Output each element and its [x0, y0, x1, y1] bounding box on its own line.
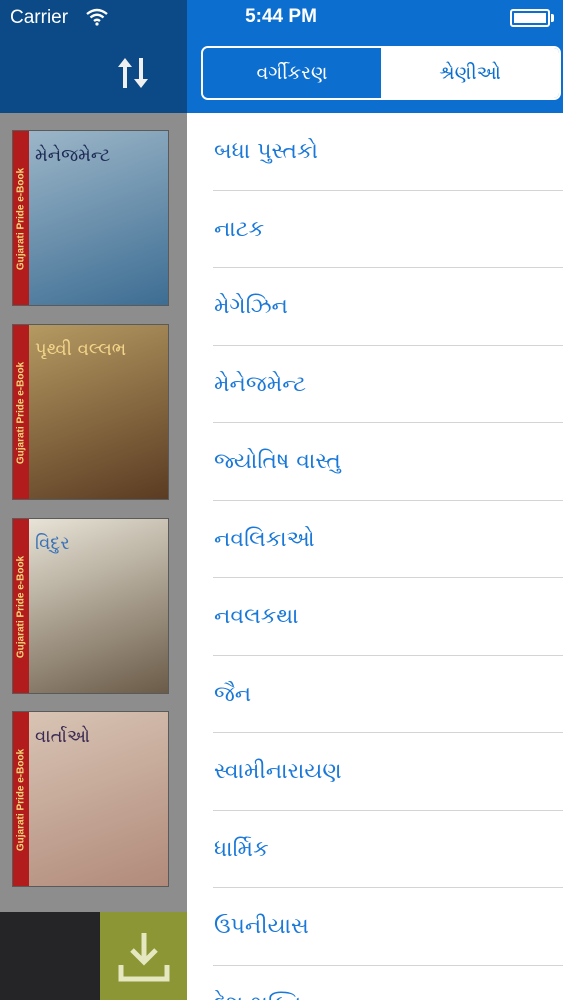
battery-icon	[510, 9, 550, 27]
category-item[interactable]: બધા પુસ્તકો	[187, 113, 563, 191]
cover-title: વાર્તાઓ	[35, 726, 90, 747]
spine-label: Gujarati Pride e-Book	[15, 748, 27, 852]
book-spine: Gujarati Pride e-Book	[13, 131, 29, 305]
sort-button[interactable]	[108, 50, 158, 96]
category-item[interactable]: જ્યોતિષ વાસ્તુ	[187, 423, 563, 501]
book-cover[interactable]: Gujarati Pride e-Book વાર્તાઓ	[12, 711, 169, 887]
category-item[interactable]: સ્વામીનારાયણ	[187, 733, 563, 811]
category-label: મેગેઝિન	[214, 294, 288, 320]
category-label: નાટક	[214, 216, 265, 242]
tab-classification[interactable]: વર્ગીકરણ	[203, 48, 381, 98]
category-label: બધા પુસ્તકો	[214, 139, 319, 165]
book-cover[interactable]: Gujarati Pride e-Book વિદુર	[12, 518, 169, 694]
category-item[interactable]: નવલિકાઓ	[187, 501, 563, 579]
carrier-label: Carrier	[10, 7, 69, 28]
spine-label: Gujarati Pride e-Book	[15, 167, 27, 271]
category-item[interactable]: ધાર્મિક	[187, 811, 563, 889]
tab-series[interactable]: શ્રેણીઓ	[381, 48, 559, 98]
spine-label: Gujarati Pride e-Book	[15, 555, 27, 659]
category-list: બધા પુસ્તકો નાટક મેગેઝિન મેનેજમેન્ટ જ્યોતિષ …	[187, 113, 563, 1000]
wifi-icon	[86, 8, 108, 30]
library-bottom-bar	[0, 912, 100, 1000]
book-spine: Gujarati Pride e-Book	[13, 519, 29, 693]
category-item[interactable]: નવલકથા	[187, 578, 563, 656]
category-menu: 5:44 PM વર્ગીકરણ શ્રેણીઓ બધા પુસ્તકો નાટક…	[187, 0, 563, 1000]
category-label: ધાર્મિક	[214, 836, 269, 862]
category-label: મેનેજમેન્ટ	[214, 371, 307, 397]
category-item[interactable]: મેનેજમેન્ટ	[187, 346, 563, 424]
download-icon	[118, 933, 169, 982]
book-spine: Gujarati Pride e-Book	[13, 712, 29, 886]
segmented-control: વર્ગીકરણ શ્રેણીઓ	[201, 46, 561, 100]
battery-tip	[551, 14, 554, 22]
book-spine: Gujarati Pride e-Book	[13, 325, 29, 499]
category-label: દેશ ભક્તિ	[214, 992, 301, 1000]
library-panel: Carrier Gujarati Pride e-Book મેનેજમેન્ટ G…	[0, 0, 187, 1000]
download-button[interactable]	[100, 912, 187, 1000]
cover-title: પૃથ્વી વલ્લભ	[35, 339, 127, 360]
category-item[interactable]: મેગેઝિન	[187, 268, 563, 346]
sort-arrows-icon	[118, 58, 148, 88]
cover-title: વિદુર	[35, 533, 70, 554]
category-label: નવલિકાઓ	[214, 526, 315, 552]
category-item[interactable]: ઉપનીયાસ	[187, 888, 563, 966]
book-cover[interactable]: Gujarati Pride e-Book પૃથ્વી વલ્લભ	[12, 324, 169, 500]
category-item[interactable]: દેશ ભક્તિ	[187, 966, 563, 1000]
category-label: નવલકથા	[214, 604, 299, 630]
book-list: Gujarati Pride e-Book મેનેજમેન્ટ Gujarati …	[0, 113, 187, 912]
category-label: જ્યોતિષ વાસ્તુ	[214, 449, 341, 475]
menu-header: 5:44 PM વર્ગીકરણ શ્રેણીઓ	[187, 0, 563, 113]
spine-label: Gujarati Pride e-Book	[15, 361, 27, 465]
status-time: 5:44 PM	[245, 6, 317, 27]
cover-title: મેનેજમેન્ટ	[35, 145, 111, 166]
book-cover[interactable]: Gujarati Pride e-Book મેનેજમેન્ટ	[12, 130, 169, 306]
category-item[interactable]: નાટક	[187, 191, 563, 269]
category-item[interactable]: જૈન	[187, 656, 563, 734]
library-header: Carrier	[0, 0, 187, 113]
category-label: સ્વામીનારાયણ	[214, 759, 342, 785]
category-label: ઉપનીયાસ	[214, 914, 309, 940]
category-label: જૈન	[214, 681, 252, 707]
